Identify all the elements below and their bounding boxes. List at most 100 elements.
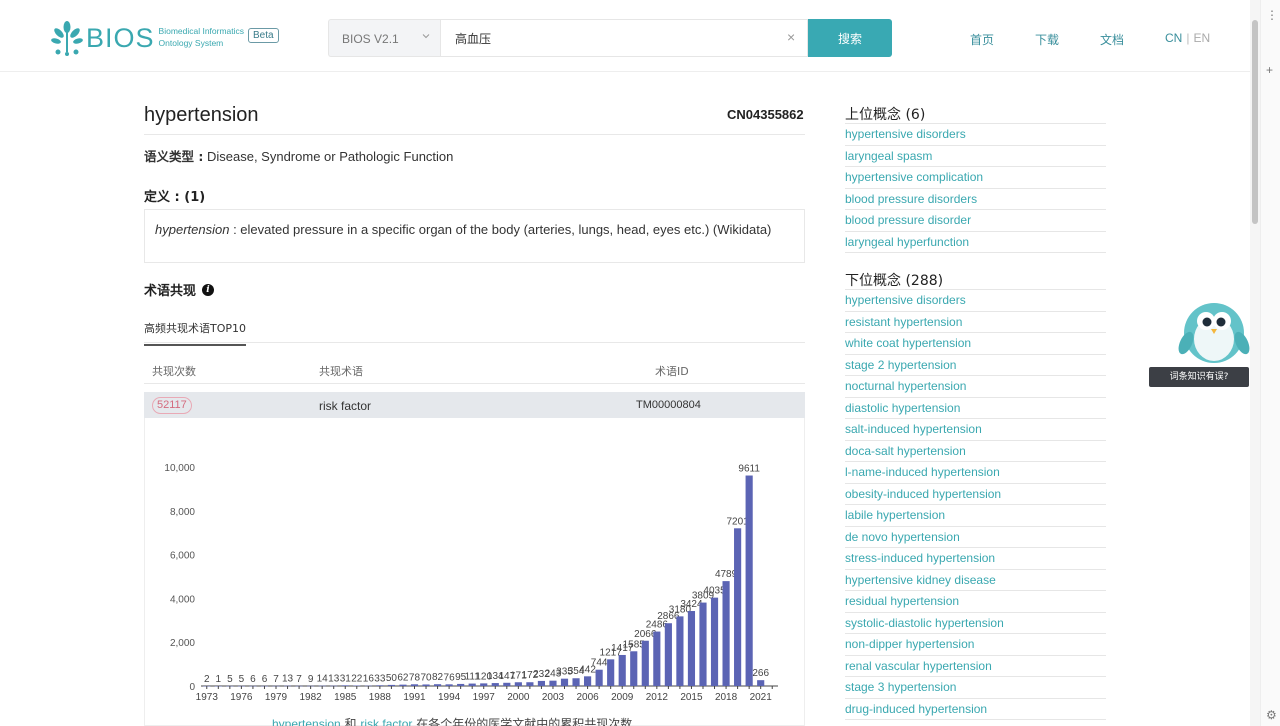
subordinate-item[interactable]: renal vascular hypertension [845, 656, 1106, 677]
logo-subtitle: Biomedical Informatics Ontology System [159, 25, 245, 49]
column-header-count: 共现次数 [152, 365, 196, 378]
clear-icon[interactable]: × [787, 30, 795, 44]
bar-value-label: 6 [262, 674, 268, 685]
bar-value-label: 744 [591, 658, 608, 669]
bar-value-label: 31 [340, 673, 352, 684]
bar [468, 683, 476, 686]
chevron-down-icon [422, 34, 430, 39]
superordinate-list: hypertensive disorders laryngeal spasm hyp… [845, 124, 1106, 253]
bar [687, 611, 696, 686]
nav-docs[interactable]: 文档 [1100, 31, 1124, 48]
subordinate-item[interactable]: residual hypertension [845, 591, 1106, 613]
column-header-term: 共现术语 [319, 365, 363, 378]
search-input[interactable] [440, 19, 808, 57]
bar [341, 685, 349, 686]
more-icon[interactable]: ⋮ [1266, 8, 1278, 22]
definition-box: hypertension : elevated pressure in a sp… [144, 209, 805, 263]
bar-value-label: 16 [363, 674, 375, 685]
bar [537, 680, 546, 686]
nav-download[interactable]: 下载 [1035, 31, 1059, 48]
bar [422, 684, 430, 686]
bar [410, 684, 419, 686]
superordinate-item[interactable]: laryngeal hyperfunction [845, 232, 1106, 253]
subordinate-item[interactable]: salt-induced hypertension [845, 419, 1106, 441]
lang-separator: | [1186, 31, 1190, 45]
bar-value-label: 14 [317, 674, 329, 685]
superordinate-item[interactable]: hypertensive complication [845, 167, 1106, 189]
caption-rest: 在各个年份的医学文献中的累积共现次数 [412, 717, 633, 726]
bar [618, 654, 626, 686]
subordinate-item[interactable]: systolic-diastolic hypertension [845, 613, 1106, 634]
subordinate-item[interactable]: non-dipper hypertension [845, 634, 1106, 656]
x-tick-label: 1994 [438, 692, 461, 703]
bar [491, 683, 499, 686]
gear-icon[interactable]: ⚙ [1266, 708, 1277, 722]
plus-icon[interactable]: + [1266, 63, 1273, 77]
version-select-value: BIOS V2.1 [342, 32, 399, 46]
caption-and: 和 [340, 717, 361, 726]
bar [549, 680, 557, 686]
subordinate-item[interactable]: l-name-induced hypertension [845, 462, 1106, 484]
subordinate-item[interactable]: stage 3 hypertension [845, 677, 1106, 699]
subordinate-item[interactable]: obesity-induced hypertension [845, 484, 1106, 505]
search-button[interactable]: 搜索 [808, 19, 892, 57]
superordinate-item[interactable]: laryngeal spasm [845, 146, 1106, 167]
cooccurrence-term-id: TM00000804 [636, 399, 701, 411]
tree-logo-icon [51, 21, 83, 56]
term-id: CN04355862 [727, 107, 804, 122]
bios-logo[interactable]: BIOS Biomedical Informatics Ontology Sys… [50, 20, 244, 56]
subordinate-item[interactable]: resistant hypertension [845, 312, 1106, 333]
nav-home[interactable]: 首页 [970, 31, 994, 48]
report-error-label[interactable]: 词条知识有误? [1149, 367, 1249, 387]
bar-value-label: 82 [432, 672, 444, 683]
bar [699, 602, 707, 686]
subordinate-item[interactable]: diastolic hypertension [845, 398, 1106, 419]
bar [641, 640, 649, 686]
bar [757, 680, 765, 686]
x-tick-label: 2009 [611, 692, 634, 703]
bar [664, 623, 672, 686]
cooccurrence-term[interactable]: risk factor [319, 399, 371, 413]
caption-term1[interactable]: hypertension [272, 717, 341, 726]
subordinate-item[interactable]: white coat hypertension [845, 333, 1106, 355]
cooccurrence-bar-chart: 02,0004,0006,0008,00010,0002 1 5 5 6 6 7 13 7 9 14… [164, 463, 778, 703]
bar [399, 684, 407, 686]
bar [734, 528, 742, 686]
subordinate-item[interactable]: de novo hypertension [845, 527, 1106, 548]
superordinate-item[interactable]: blood pressure disorders [845, 189, 1106, 210]
bar-value-label: 13 [328, 674, 340, 685]
superordinate-item[interactable]: blood pressure disorder [845, 210, 1106, 232]
divider [144, 342, 805, 343]
divider [144, 383, 805, 384]
language-switch: CN | EN [1165, 31, 1210, 45]
subordinate-item[interactable]: stress-induced hypertension [845, 548, 1106, 570]
bar [445, 684, 453, 686]
logo-subtitle-line1: Biomedical Informatics [158, 26, 245, 36]
bar-value-label: 22 [351, 674, 363, 685]
column-header-id: 术语ID [655, 365, 689, 378]
subordinate-item[interactable]: labile hypertension [845, 505, 1106, 527]
superordinate-item[interactable]: hypertensive disorders [845, 124, 1106, 146]
caption-term2[interactable]: risk factor [360, 717, 412, 726]
bar [457, 683, 465, 686]
subordinate-item[interactable]: drug-induced hypertension [845, 699, 1106, 720]
lang-cn[interactable]: CN [1165, 31, 1182, 45]
subordinate-item[interactable]: stage 2 hypertension [845, 355, 1106, 376]
subordinate-item[interactable]: doca-salt hypertension [845, 441, 1106, 462]
info-icon[interactable]: i [202, 283, 215, 296]
subordinate-item[interactable]: hypertensive disorders [845, 290, 1106, 312]
penguin-mascot-icon[interactable] [1176, 293, 1250, 365]
subordinate-item[interactable]: hypertensive kidney disease [845, 570, 1106, 591]
definition-term: hypertension [155, 222, 230, 237]
scrollbar-thumb[interactable] [1252, 20, 1258, 224]
version-select[interactable]: BIOS V2.1 [328, 19, 440, 57]
bar [572, 678, 580, 686]
bar-value-label: 9611 [738, 464, 760, 475]
table-row[interactable] [144, 392, 805, 418]
definition-label: 定义 : (1) [144, 190, 206, 205]
bar-value-label: 7 [273, 674, 279, 685]
subordinate-list: hypertensive disorders resistant hyperten… [845, 290, 1106, 720]
subordinate-item[interactable]: nocturnal hypertension [845, 376, 1106, 398]
bar-value-label: 76 [444, 672, 456, 683]
lang-en[interactable]: EN [1193, 31, 1210, 45]
